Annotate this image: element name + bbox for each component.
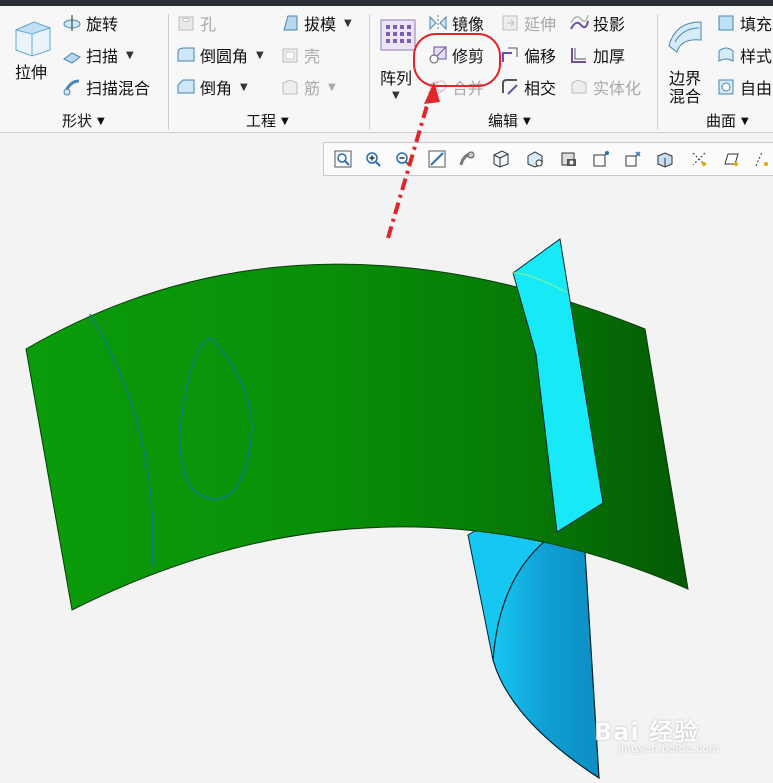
watermark-url: jingyan.baidu.com xyxy=(618,742,720,755)
cylindrical-surface[interactable] xyxy=(467,517,600,780)
graphics-canvas[interactable] xyxy=(0,0,773,783)
pointer-arrow-line xyxy=(386,91,433,239)
trim-highlight-circle xyxy=(413,33,501,87)
